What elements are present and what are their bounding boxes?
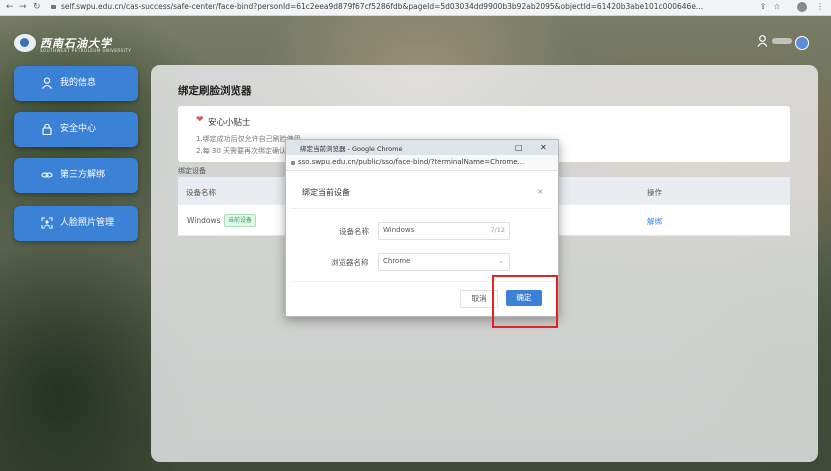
device-name-cell: Windows <box>187 216 221 225</box>
sidebar-item-label: 安全中心 <box>60 124 97 134</box>
unbind-link[interactable]: 解绑 <box>647 216 662 227</box>
device-name-input[interactable]: Windows 7/12 <box>378 222 510 240</box>
chevron-down-icon: ⌄ <box>498 257 504 265</box>
popup-window-title: 绑定当前浏览器 - Google Chrome <box>300 145 403 153</box>
dialog-close-icon[interactable]: × <box>537 187 544 196</box>
sidebar-item-face-photo[interactable]: 人脸照片管理 <box>14 206 138 241</box>
user-avatar[interactable] <box>795 36 809 50</box>
link-icon <box>41 172 53 178</box>
divider <box>291 208 551 209</box>
school-name-en: SOUTHWEST PETROLEUM UNIVERSITY <box>40 48 132 53</box>
sidebar-item-label: 我的信息 <box>60 78 97 88</box>
address-bar[interactable]: self.swpu.edu.cn/cas-success/safe-center… <box>51 1 751 13</box>
bound-devices-label: 绑定设备 <box>178 167 206 175</box>
school-logo-icon <box>14 34 36 52</box>
device-name-label: 设备名称 <box>339 227 369 236</box>
tips-title: 安心小贴士 <box>208 118 251 128</box>
sidebar-item-my-info[interactable]: 我的信息 <box>14 66 138 101</box>
profile-avatar[interactable] <box>797 2 807 12</box>
star-icon[interactable]: ☆ <box>772 2 782 12</box>
column-header-device: 设备名称 <box>186 188 216 197</box>
sidebar-item-security[interactable]: 安全中心 <box>14 112 138 147</box>
maximize-icon[interactable]: □ <box>515 142 523 153</box>
device-name-value: Windows <box>383 226 415 234</box>
browser-name-label: 浏览器名称 <box>331 258 369 267</box>
url-text: self.swpu.edu.cn/cas-success/safe-center… <box>61 2 704 11</box>
user-name-masked[interactable] <box>772 38 792 44</box>
user-icon[interactable] <box>757 35 768 47</box>
popup-url-text: sso.swpu.edu.cn/public/sso/face-bind/?te… <box>298 158 525 166</box>
lock-icon <box>291 161 295 165</box>
sidebar-item-label: 第三方解绑 <box>60 170 106 180</box>
column-header-action: 操作 <box>647 188 662 197</box>
browser-name-select[interactable]: Chrome ⌄ <box>378 253 510 271</box>
char-count: 7/12 <box>490 226 505 234</box>
popup-titlebar[interactable]: 绑定当前浏览器 - Google Chrome □ ✕ <box>286 140 558 155</box>
sidebar-item-unbind[interactable]: 第三方解绑 <box>14 158 138 193</box>
back-icon[interactable]: ← <box>6 1 14 14</box>
browser-name-value: Chrome <box>383 257 411 265</box>
lock-icon <box>42 123 52 135</box>
forward-icon[interactable]: → <box>19 1 27 14</box>
heart-icon: ❤ <box>196 115 204 125</box>
reload-icon[interactable]: ↻ <box>33 1 41 14</box>
sidebar-item-label: 人脸照片管理 <box>60 218 115 228</box>
menu-icon[interactable]: ⋮ <box>815 2 825 12</box>
current-device-badge: 当前设备 <box>224 214 257 227</box>
tip-line: 2.每 30 天需要再次绑定确认 <box>196 147 287 155</box>
page-title: 绑定刷脸浏览器 <box>178 85 252 97</box>
face-scan-icon <box>41 217 53 229</box>
share-icon[interactable]: ⇪ <box>758 2 768 12</box>
popup-address-bar[interactable]: sso.swpu.edu.cn/public/sso/face-bind/?te… <box>286 155 558 171</box>
lock-icon <box>51 5 56 9</box>
close-icon[interactable]: ✕ <box>540 142 547 153</box>
highlight-annotation <box>492 275 558 328</box>
browser-toolbar: ← → ↻ self.swpu.edu.cn/cas-success/safe-… <box>0 0 831 16</box>
dialog-title: 绑定当前设备 <box>302 188 350 197</box>
user-icon <box>42 77 52 89</box>
